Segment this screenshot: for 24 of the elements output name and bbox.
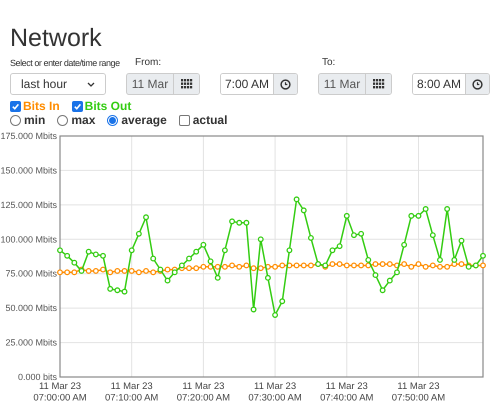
mode-label: actual bbox=[192, 113, 228, 127]
mode-label: min bbox=[24, 113, 46, 127]
to-label: To: bbox=[322, 57, 336, 69]
x-axis-label: 11 Mar 23 07:30:00 AM bbox=[248, 381, 302, 403]
series-toggle-label: Bits Out bbox=[84, 99, 132, 113]
y-axis-label: 0.000 bits bbox=[18, 372, 57, 382]
x-axis-label: 11 Mar 23 07:20:00 AM bbox=[176, 381, 230, 403]
y-axis-label: 150.000 Mbits bbox=[0, 165, 57, 176]
x-axis-label: 11 Mar 23 07:50:00 AM bbox=[392, 381, 446, 403]
y-axis-label: 75.000 Mbits bbox=[5, 268, 57, 279]
x-axis-label: 11 Mar 23 07:00:00 AM bbox=[33, 381, 87, 403]
y-axis-label: 175.000 Mbits bbox=[0, 131, 57, 141]
y-axis-label: 100.000 Mbits bbox=[0, 234, 57, 244]
page-title: Network bbox=[10, 24, 103, 52]
x-axis-label: 11 Mar 23 07:10:00 AM bbox=[105, 381, 158, 403]
mode-label: average bbox=[121, 113, 167, 127]
range-label: Select or enter date/time range bbox=[10, 58, 120, 68]
y-axis-label: 50.000 Mbits bbox=[5, 303, 57, 314]
series-toggle-label: Bits In bbox=[23, 99, 60, 113]
x-axis-label: 11 Mar 23 07:40:00 AM bbox=[320, 381, 374, 403]
y-axis-label: 25.000 Mbits bbox=[5, 338, 57, 348]
y-axis-label: 125.000 Mbits bbox=[0, 200, 57, 210]
mode-label: max bbox=[71, 113, 96, 127]
from-label: From: bbox=[135, 57, 162, 68]
